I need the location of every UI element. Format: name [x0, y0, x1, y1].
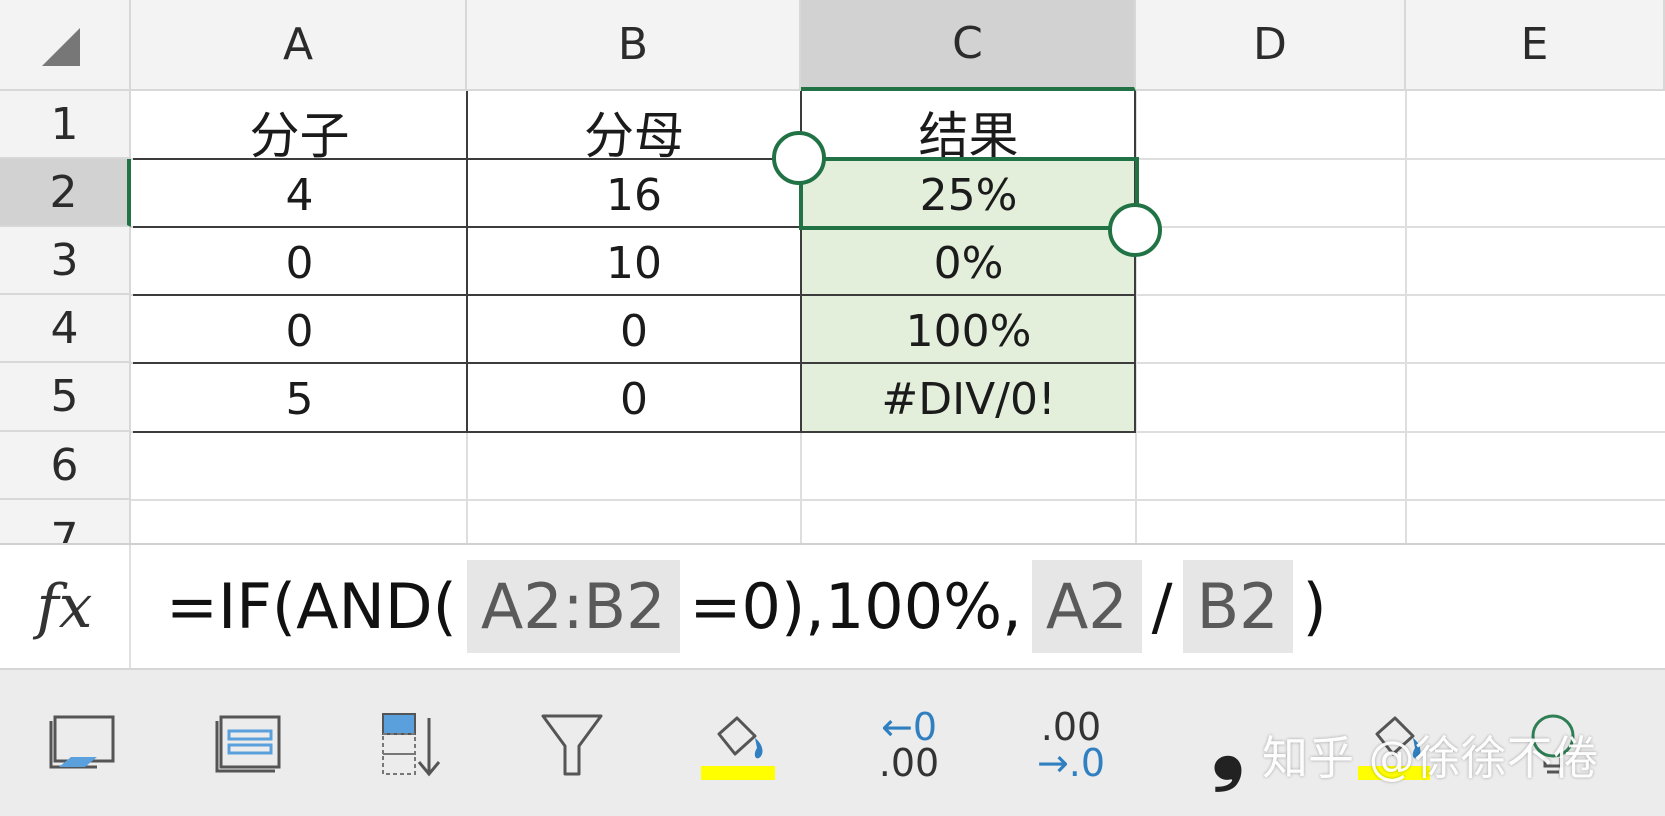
- cell-a4[interactable]: 0: [133, 295, 466, 363]
- cell-b5[interactable]: 0: [467, 363, 801, 432]
- fill-color-swatch: [701, 766, 775, 780]
- selection-handle-top-left[interactable]: [772, 131, 826, 185]
- comma-style-icon: ❟: [1211, 695, 1245, 794]
- gridline: [131, 499, 1665, 501]
- decrease-decimal-bottom: →.0: [1036, 741, 1106, 785]
- filter-button[interactable]: [536, 700, 608, 790]
- freeze-panes-icon: [49, 715, 115, 769]
- cell-a3[interactable]: 0: [133, 227, 466, 295]
- selection-handle-bottom-right[interactable]: [1108, 203, 1162, 257]
- column-header-a[interactable]: A: [131, 0, 467, 91]
- wrap-format-button[interactable]: [210, 700, 286, 790]
- increase-decimal-button[interactable]: ←0 .00: [872, 700, 946, 790]
- sort-button[interactable]: [376, 700, 448, 790]
- watermark-text: 知乎 @徐徐不倦: [1262, 731, 1599, 785]
- cell-c1[interactable]: 结果: [801, 91, 1136, 165]
- freeze-panes-button[interactable]: [44, 700, 120, 790]
- row-header-4[interactable]: 4: [0, 295, 131, 363]
- table-border: [133, 431, 1136, 433]
- row-header-5[interactable]: 5: [0, 363, 131, 432]
- active-cell-selection: [799, 157, 1139, 230]
- decrease-decimal-icon: .00 →.0: [1036, 705, 1106, 785]
- formula-part: /: [1151, 570, 1173, 643]
- increase-decimal-bottom: .00: [878, 741, 940, 785]
- cell-b2[interactable]: 16: [467, 159, 801, 227]
- formula-text[interactable]: =IF(AND( A2:B2 =0),100%, A2 / B2 ): [166, 545, 1327, 668]
- spreadsheet-grid: A B C D E 1 2 3 4 5 6 7 分子 分母 结果 4 16 25…: [0, 0, 1665, 543]
- column-header-c[interactable]: C: [801, 0, 1136, 91]
- column-header-b[interactable]: B: [467, 0, 801, 91]
- row-header-7[interactable]: 7: [0, 500, 131, 543]
- cell-c5[interactable]: #DIV/0!: [801, 363, 1136, 432]
- row-header-6[interactable]: 6: [0, 432, 131, 500]
- table-border: [1134, 91, 1136, 432]
- row-header-2[interactable]: 2: [0, 159, 131, 227]
- increase-decimal-top: ←0: [880, 705, 938, 749]
- cell-b1[interactable]: 分母: [467, 91, 801, 165]
- table-border: [466, 91, 468, 432]
- cell-a5[interactable]: 5: [133, 363, 466, 432]
- fx-label[interactable]: fx: [0, 545, 131, 668]
- decrease-decimal-top: .00: [1040, 705, 1102, 749]
- column-header-e[interactable]: E: [1406, 0, 1665, 91]
- cell-b4[interactable]: 0: [467, 295, 801, 363]
- cell-c3[interactable]: 0%: [801, 227, 1136, 295]
- cell-c4[interactable]: 100%: [801, 295, 1136, 363]
- decrease-decimal-button[interactable]: .00 →.0: [1032, 700, 1110, 790]
- formula-bar[interactable]: fx =IF(AND( A2:B2 =0),100%, A2 / B2 ): [0, 543, 1665, 668]
- comma-style-button[interactable]: ❟: [1198, 695, 1258, 794]
- select-all-corner[interactable]: [0, 0, 131, 91]
- cell-b3[interactable]: 10: [467, 227, 801, 295]
- formula-part: =IF(AND(: [166, 570, 457, 643]
- formula-part: ): [1302, 570, 1327, 643]
- bottom-toolbar: ←0 .00 .00 →.0 ❟ 知乎 @徐徐不倦: [0, 668, 1665, 816]
- formula-part: =0),100%,: [689, 570, 1022, 643]
- row-header-1[interactable]: 1: [0, 91, 131, 159]
- sort-icon: [382, 713, 441, 777]
- select-all-triangle-icon: [42, 28, 80, 66]
- row-header-3[interactable]: 3: [0, 227, 131, 295]
- formula-ref-b2[interactable]: B2: [1182, 560, 1293, 653]
- cell-a2[interactable]: 4: [133, 159, 466, 227]
- wrap-format-icon: [215, 715, 281, 773]
- cell-a1[interactable]: 分子: [133, 91, 466, 165]
- table-border: [133, 294, 1136, 296]
- table-border: [133, 362, 1136, 364]
- filter-icon: [541, 714, 603, 776]
- formula-ref-a2[interactable]: A2: [1031, 560, 1142, 653]
- increase-decimal-icon: ←0 .00: [878, 705, 940, 785]
- column-header-d[interactable]: D: [1136, 0, 1406, 91]
- formula-ref-a2-b2[interactable]: A2:B2: [466, 560, 680, 653]
